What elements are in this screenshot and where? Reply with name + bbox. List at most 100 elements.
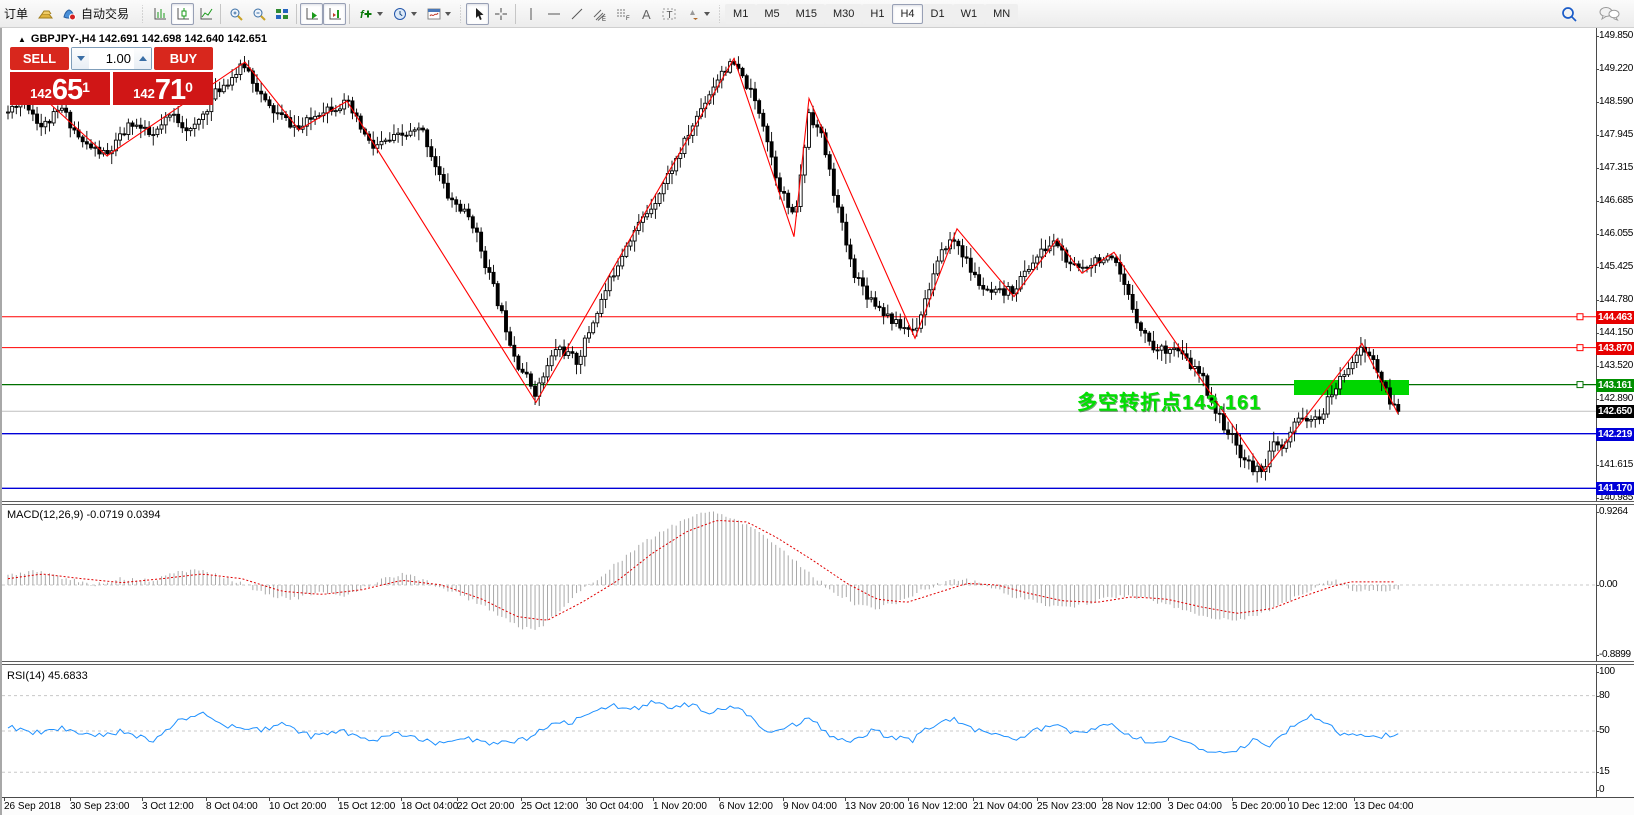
symbol-quote-text: GBPJPY-,H4 142.691 142.698 142.640 142.6… [31, 33, 267, 45]
level-handle [1577, 382, 1583, 388]
buy-price-box[interactable]: 142710 [113, 72, 213, 105]
price-badge-144.463: 144.463 [1596, 311, 1634, 324]
macd-axis-tick: -0.8899 [1599, 649, 1634, 660]
price-tick: 147.945 [1599, 129, 1634, 140]
svg-text:T: T [666, 10, 672, 21]
rsi-panel-splitter[interactable] [2, 661, 1634, 665]
arrows-dropdown-caret[interactable] [704, 12, 710, 19]
bar-chart-button[interactable] [148, 3, 171, 25]
text-label-button[interactable]: T [657, 3, 680, 25]
timeframe-button-h1[interactable]: H1 [862, 4, 892, 24]
rsi-axis-tick: 0 [1599, 784, 1634, 795]
timeframe-button-w1[interactable]: W1 [953, 4, 986, 24]
sell-button[interactable]: SELL [10, 47, 69, 70]
vertical-line-button[interactable] [519, 3, 542, 25]
chat-button[interactable] [1596, 3, 1624, 25]
price-tick: 144.150 [1599, 327, 1634, 338]
macd-values: -0.0719 0.0394 [86, 509, 160, 521]
price-tick: 148.590 [1599, 96, 1634, 107]
caret-up-icon [139, 52, 147, 61]
macd-indicator-label: MACD(12,26,9) -0.0719 0.0394 [7, 509, 161, 521]
text-button[interactable]: A [634, 3, 657, 25]
time-axis-label: 30 Sep 23:00 [70, 801, 130, 812]
timeframe-button-m30[interactable]: M30 [825, 4, 862, 24]
zoom-in-button[interactable] [224, 3, 247, 25]
timeframe-button-h4[interactable]: H4 [892, 4, 922, 24]
chart-shift-button[interactable] [323, 3, 346, 25]
search-button[interactable] [1558, 3, 1582, 25]
indicators-dropdown-caret[interactable] [377, 12, 383, 19]
tile-windows-button[interactable] [270, 3, 293, 25]
periods-dropdown-caret[interactable] [411, 12, 417, 19]
time-axis-label: 10 Oct 20:00 [269, 801, 326, 812]
candlesticks [7, 56, 1400, 482]
sell-price-box[interactable]: 142651 [10, 72, 110, 105]
timeframe-button-d1[interactable]: D1 [923, 4, 953, 24]
chart-window: 149.850149.220148.590147.945147.315146.6… [0, 28, 1634, 815]
zoom-out-button[interactable] [247, 3, 270, 25]
gold-bars-icon[interactable] [33, 3, 56, 25]
line-chart-button[interactable] [194, 3, 217, 25]
time-axis-label: 15 Oct 12:00 [338, 801, 395, 812]
time-axis-label: 13 Dec 04:00 [1354, 801, 1414, 812]
time-axis-label: 13 Nov 20:00 [845, 801, 905, 812]
price-badge-142.650: 142.650 [1596, 405, 1634, 418]
price-badge-143.870: 143.870 [1596, 342, 1634, 355]
sell-price-big-figure: 142 [30, 84, 52, 103]
trendline-button[interactable] [565, 3, 588, 25]
pivot-annotation-text[interactable]: 多空转折点143.161 [1077, 386, 1261, 415]
horizontal-line-button[interactable] [542, 3, 565, 25]
periods-button[interactable] [387, 3, 421, 25]
arrows-button[interactable] [680, 3, 714, 25]
timeframe-button-m5[interactable]: M5 [756, 4, 787, 24]
crosshair-button[interactable] [489, 3, 512, 25]
rsi-axis-tick: 80 [1599, 690, 1634, 701]
time-axis-label: 16 Nov 12:00 [908, 801, 968, 812]
price-tick: 147.315 [1599, 162, 1634, 173]
candlestick-chart-button[interactable] [171, 3, 194, 25]
time-axis-label: 8 Oct 04:00 [206, 801, 258, 812]
collapse-arrow-icon[interactable]: ▲ [18, 35, 26, 44]
svg-text:F: F [626, 16, 630, 22]
volume-decrease-button[interactable] [72, 48, 89, 69]
volume-increase-button[interactable] [134, 48, 151, 69]
symbol-header: ▲ GBPJPY-,H4 142.691 142.698 142.640 142.… [18, 33, 267, 45]
buy-button[interactable]: BUY [154, 47, 213, 70]
new-order-button[interactable]: 订单 [0, 3, 33, 25]
price-badge-143.161: 143.161 [1596, 379, 1634, 392]
macd-panel [2, 511, 1596, 629]
price-tick: 149.850 [1599, 30, 1634, 41]
time-axis-label: 26 Sep 2018 [4, 801, 61, 812]
svg-text:f: f [360, 9, 365, 21]
timeframe-button-m15[interactable]: M15 [788, 4, 825, 24]
auto-scroll-button[interactable] [300, 3, 323, 25]
time-axis-label: 25 Oct 12:00 [521, 801, 578, 812]
autotrading-button[interactable]: 自动交易 [56, 3, 137, 25]
timeframe-button-m1[interactable]: M1 [725, 4, 756, 24]
time-axis-label: 28 Nov 12:00 [1102, 801, 1162, 812]
fibonacci-button[interactable]: F [611, 3, 634, 25]
price-chart-canvas[interactable] [2, 28, 1596, 797]
level-handle [1577, 345, 1583, 351]
caret-down-icon [77, 56, 85, 65]
time-axis[interactable]: 26 Sep 201830 Sep 23:003 Oct 12:008 Oct … [2, 797, 1634, 815]
price-axis[interactable]: 149.850149.220148.590147.945147.315146.6… [1596, 28, 1634, 797]
volume-input[interactable] [89, 48, 134, 69]
price-tick: 146.685 [1599, 195, 1634, 206]
templates-button[interactable] [421, 3, 455, 25]
time-axis-label: 5 Dec 20:00 [1232, 801, 1286, 812]
equidistant-channel-button[interactable]: E [588, 3, 611, 25]
autotrading-icon [61, 6, 78, 22]
templates-dropdown-caret[interactable] [445, 12, 451, 19]
buy-price-pipette: 0 [185, 72, 193, 102]
rsi-axis-tick: 100 [1599, 666, 1634, 677]
toolbar-separator [296, 4, 297, 24]
time-axis-label: 30 Oct 04:00 [586, 801, 643, 812]
cursor-button[interactable] [466, 3, 489, 25]
indicators-button[interactable]: f [353, 3, 387, 25]
toolbar-separator [349, 4, 350, 24]
macd-panel-splitter[interactable] [2, 501, 1634, 505]
timeframe-button-mn[interactable]: MN [985, 4, 1018, 24]
time-axis-label: 3 Dec 04:00 [1168, 801, 1222, 812]
autotrading-label: 自动交易 [78, 5, 132, 22]
